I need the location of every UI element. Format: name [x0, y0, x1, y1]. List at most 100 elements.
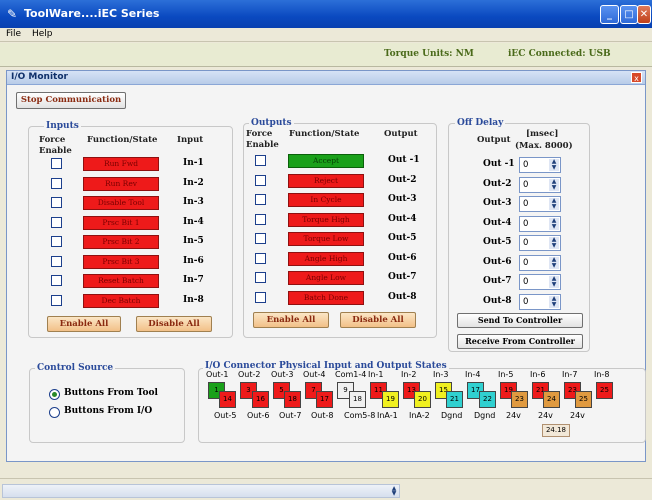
off-delay-value[interactable]: 0 — [523, 180, 528, 190]
outputs-output-header: Output — [384, 129, 418, 139]
buttons-from-tool-label[interactable]: Buttons From Tool — [64, 388, 158, 398]
off-delay-value[interactable]: 0 — [523, 297, 528, 307]
spinner-arrows-icon[interactable]: ▲ ▼ — [549, 178, 559, 191]
output-force-checkbox[interactable] — [255, 194, 266, 205]
connector-pin: 25 — [596, 382, 613, 399]
connector-top-label: Com1-4 — [335, 370, 367, 379]
input-function-indicator: Prsc Bit 1 — [83, 215, 159, 230]
window-title: ToolWare....iEC Series — [24, 7, 160, 20]
off-delay-value[interactable]: 0 — [523, 160, 528, 170]
output-force-checkbox[interactable] — [255, 233, 266, 244]
input-force-checkbox[interactable] — [51, 158, 62, 169]
spinner-arrows-icon[interactable]: ▲ ▼ — [549, 198, 559, 210]
off-delay-spinner[interactable]: 0 ▲ ▼ — [519, 157, 561, 173]
maximize-button[interactable]: □ — [620, 5, 638, 24]
inputs-enable-all-button[interactable]: Enable All — [47, 316, 121, 332]
input-force-checkbox[interactable] — [51, 255, 62, 267]
scroll-arrow-icon[interactable]: ▲ ▼ — [389, 486, 399, 497]
stop-communication-button[interactable]: Stop Communication — [16, 92, 126, 109]
output-force-checkbox[interactable] — [255, 291, 266, 303]
inputs-group-label: Inputs — [44, 121, 81, 131]
buttons-from-io-radio[interactable] — [49, 407, 60, 418]
off-delay-spinner[interactable]: 0 ▲ ▼ — [519, 215, 561, 232]
outputs-disable-all-button[interactable]: Disable All — [340, 312, 416, 328]
inputs-function-header: Function/State — [87, 135, 158, 145]
connector-pin: 20 — [414, 391, 431, 408]
off-delay-output-label: Out -1 — [483, 159, 515, 169]
io-monitor-panel: I/O Monitor x Stop Communication Inputs … — [6, 70, 646, 462]
connector-top-label: In-8 — [594, 370, 610, 379]
off-delay-spinner[interactable]: 0 ▲ ▼ — [519, 176, 561, 193]
input-label: In-4 — [183, 216, 204, 227]
input-function-indicator: Prsc Bit 3 — [83, 254, 159, 269]
input-force-checkbox[interactable] — [51, 275, 62, 286]
spinner-arrows-icon[interactable]: ▲ ▼ — [549, 276, 559, 288]
connection-status: iEC Connected: USB — [508, 49, 611, 59]
output-force-checkbox[interactable] — [255, 213, 266, 225]
spinner-arrows-icon[interactable]: ▲ ▼ — [549, 237, 559, 249]
outputs-force-header: Force Enable — [246, 129, 279, 150]
output-label: Out-4 — [388, 213, 417, 224]
off-delay-spinner[interactable]: 0 ▲ ▼ — [519, 254, 561, 271]
connector-pin: 16 — [252, 391, 269, 408]
spinner-arrows-icon[interactable]: ▲ ▼ — [549, 217, 559, 230]
connector-top-label: Out-3 — [271, 370, 294, 379]
output-label: Out-2 — [388, 174, 417, 185]
menu-file[interactable]: File — [6, 29, 21, 39]
input-force-checkbox[interactable] — [51, 294, 62, 306]
outputs-group-label: Outputs — [249, 118, 294, 128]
spinner-arrows-icon[interactable]: ▲ ▼ — [549, 159, 559, 171]
off-delay-spinner[interactable]: 0 ▲ ▼ — [519, 293, 561, 310]
off-delay-max-header: (Max. 8000) — [515, 141, 573, 151]
buttons-from-io-label[interactable]: Buttons From I/O — [64, 406, 152, 416]
input-function-indicator: Dec Batch — [83, 293, 159, 308]
connector-top-label: Out-1 — [206, 370, 229, 379]
output-force-checkbox[interactable] — [255, 155, 266, 166]
output-label: Out-5 — [388, 233, 417, 243]
off-delay-value[interactable]: 0 — [523, 277, 528, 287]
output-function-indicator: Reject — [288, 173, 364, 188]
inputs-disable-all-button[interactable]: Disable All — [136, 316, 212, 332]
off-delay-spinner[interactable]: 0 ▲ ▼ — [519, 235, 561, 251]
input-function-indicator: Run Rev — [83, 176, 159, 191]
inputs-force-header: Force Enable — [39, 135, 72, 156]
output-label: Out-6 — [388, 252, 417, 263]
spinner-arrows-icon[interactable]: ▲ ▼ — [549, 256, 559, 269]
off-delay-msec-header: [msec] — [526, 129, 559, 139]
output-label: Out-3 — [388, 194, 417, 204]
send-to-controller-button[interactable]: Send To Controller — [457, 313, 583, 328]
input-label: In-8 — [183, 294, 204, 305]
panel-close-icon[interactable]: x — [631, 72, 642, 83]
receive-from-controller-button[interactable]: Receive From Controller — [457, 334, 583, 349]
outputs-enable-all-button[interactable]: Enable All — [253, 312, 329, 328]
input-force-checkbox[interactable] — [51, 177, 62, 189]
output-force-checkbox[interactable] — [255, 252, 266, 264]
minimize-button[interactable]: _ — [600, 5, 619, 24]
output-force-checkbox[interactable] — [255, 174, 266, 186]
input-force-checkbox[interactable] — [51, 216, 62, 228]
off-delay-value[interactable]: 0 — [523, 199, 528, 209]
off-delay-output-header: Output — [477, 135, 511, 145]
connector-pin: 24 — [543, 391, 560, 408]
off-delay-value[interactable]: 0 — [523, 258, 528, 268]
connector-pin: 19 — [382, 391, 399, 408]
control-source-group-label: Control Source — [35, 363, 116, 373]
output-force-checkbox[interactable] — [255, 272, 266, 283]
input-label: In-5 — [183, 236, 204, 246]
horizontal-scrollbar[interactable]: ▲ ▼ — [2, 484, 400, 498]
off-delay-value[interactable]: 0 — [523, 219, 528, 229]
connector-pin: 17 — [316, 391, 333, 408]
input-force-checkbox[interactable] — [51, 197, 62, 208]
input-force-checkbox[interactable] — [51, 236, 62, 247]
input-label: In-1 — [183, 158, 204, 168]
spinner-arrows-icon[interactable]: ▲ ▼ — [549, 295, 559, 308]
off-delay-spinner[interactable]: 0 ▲ ▼ — [519, 274, 561, 290]
close-button[interactable]: ✕ — [637, 5, 651, 24]
input-function-indicator: Prsc Bit 2 — [83, 235, 159, 249]
buttons-from-tool-radio[interactable] — [49, 389, 60, 400]
panel-header: I/O Monitor x — [7, 71, 645, 85]
off-delay-value[interactable]: 0 — [523, 238, 528, 248]
off-delay-spinner[interactable]: 0 ▲ ▼ — [519, 196, 561, 212]
connector-bottom-label: InA-2 — [409, 411, 430, 420]
menu-help[interactable]: Help — [32, 29, 53, 39]
